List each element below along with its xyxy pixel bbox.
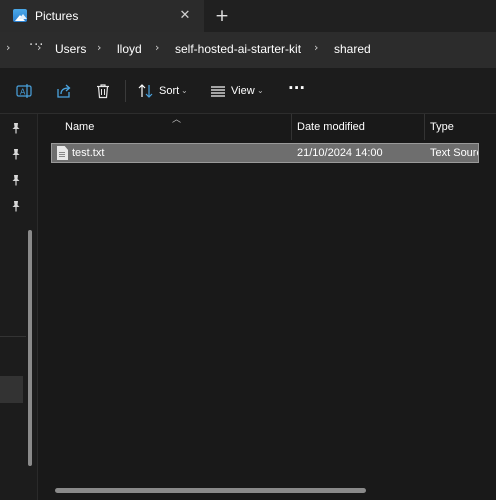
chevron-down-icon: ⌄ (181, 86, 188, 95)
command-bar: A Sort ⌄ View ⌄ ··· (0, 68, 496, 114)
pin-icon[interactable] (10, 174, 22, 186)
breadcrumb-separator-icon[interactable]: › (155, 41, 159, 54)
nav-divider (0, 336, 26, 337)
text-file-icon (57, 146, 68, 160)
new-tab-button[interactable]: + (212, 6, 232, 26)
column-label: Date modified (297, 121, 365, 133)
file-name: test.txt (72, 147, 105, 159)
sort-icon (138, 84, 153, 98)
breadcrumb-separator-icon[interactable]: › (314, 41, 318, 54)
svg-text:A: A (20, 88, 26, 97)
breadcrumb-separator-icon[interactable]: › (97, 41, 101, 54)
title-bar: Pictures ✕ + (0, 0, 496, 32)
breadcrumb-separator-icon[interactable]: › (6, 41, 10, 54)
file-type: Text Source (430, 147, 478, 159)
breadcrumb: › ··· › Users › lloyd › self-hosted-ai-s… (0, 32, 496, 68)
navigation-pane (0, 114, 38, 500)
breadcrumb-separator-icon[interactable]: › (37, 41, 41, 54)
view-label: View (231, 85, 255, 97)
sort-label: Sort (159, 85, 180, 97)
pin-icon[interactable] (10, 148, 22, 160)
trash-icon[interactable] (95, 83, 111, 99)
pin-icon[interactable] (10, 200, 22, 212)
breadcrumb-item-starter-kit[interactable]: self-hosted-ai-starter-kit (175, 42, 301, 56)
sort-ascending-icon: ︿ (172, 115, 182, 125)
horizontal-scrollbar[interactable] (55, 488, 366, 493)
column-header-date-modified[interactable]: Date modified (292, 114, 425, 140)
close-tab-icon[interactable]: ✕ (176, 7, 194, 25)
chevron-down-icon: ⌄ (257, 86, 264, 95)
rename-icon[interactable]: A (16, 83, 32, 99)
tab-pictures[interactable]: Pictures ✕ (0, 0, 204, 32)
file-list: ︿ Name Date modified Type test.txt 21/10… (39, 114, 496, 500)
pin-icon[interactable] (10, 122, 22, 134)
column-label: Name (65, 121, 95, 133)
share-icon[interactable] (56, 83, 72, 99)
toolbar-divider (125, 80, 126, 102)
view-list-icon (211, 86, 225, 97)
nav-selected-item[interactable] (0, 376, 23, 403)
table-row[interactable]: test.txt 21/10/2024 14:00 Text Source (51, 143, 479, 163)
tab-title: Pictures (35, 9, 79, 23)
nav-scrollbar[interactable] (28, 230, 32, 466)
breadcrumb-item-lloyd[interactable]: lloyd (117, 42, 142, 56)
more-options-button[interactable]: ··· (288, 79, 305, 97)
breadcrumb-item-shared[interactable]: shared (334, 42, 371, 56)
column-header-name[interactable]: ︿ Name (39, 114, 292, 140)
breadcrumb-item-users[interactable]: Users (55, 42, 86, 56)
column-header-type[interactable]: Type (425, 114, 496, 140)
file-date-modified: 21/10/2024 14:00 (297, 147, 383, 159)
pictures-folder-icon (13, 9, 27, 22)
column-label: Type (430, 121, 454, 133)
